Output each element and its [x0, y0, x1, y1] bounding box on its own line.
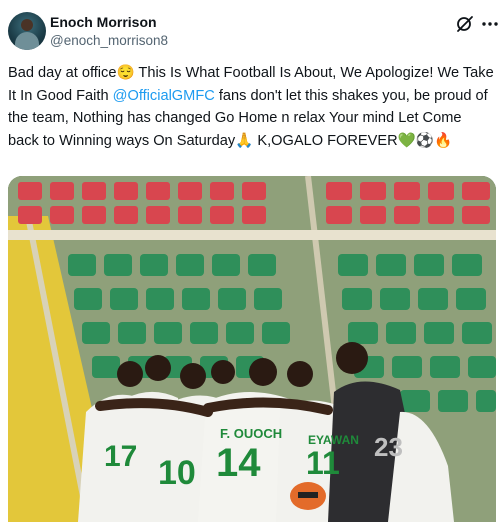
avatar[interactable] [8, 12, 46, 50]
jersey-number-17: 17 [104, 440, 137, 473]
jersey-number-10: 10 [158, 454, 196, 492]
jersey-number-14: 14 [216, 441, 261, 485]
jersey-number-23: 23 [374, 432, 403, 462]
tweet-text: Bad day at office😌 This Is What Football… [8, 62, 494, 152]
author-name[interactable]: Enoch Morrison [50, 14, 157, 30]
jersey-number-11: 11 [306, 445, 340, 481]
tweet-photo[interactable]: 17 10 F. OUOCH 14 EYAWAN 11 23 [8, 176, 496, 522]
mention-link[interactable]: @OfficialGMFC [113, 88, 215, 104]
more-icon[interactable] [482, 14, 498, 34]
grok-icon[interactable] [455, 14, 475, 34]
author-handle[interactable]: @enoch_morrison8 [50, 33, 168, 48]
jersey-name-ouoch: F. OUOCH [220, 426, 282, 441]
